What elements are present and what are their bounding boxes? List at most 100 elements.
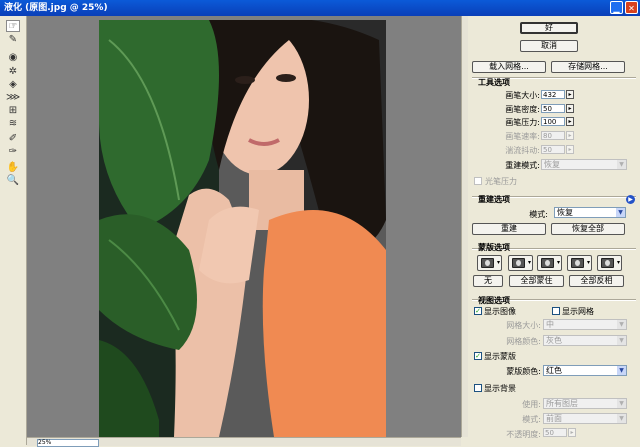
mask-invert-icon [601,258,614,268]
reconstruct-options-title: 重建选项 [478,195,510,204]
chevron-down-icon: ▾ [586,259,590,266]
hand-icon[interactable]: ✋ [6,162,20,174]
tool-options-title: 工具选项 [478,78,510,87]
preview-image [99,20,386,437]
invert-all-button[interactable]: 全部反相 [569,275,624,287]
mask-add-icon [512,258,525,268]
save-mesh-button[interactable]: 存储网格... [551,61,625,73]
mask-subtract-button[interactable]: ▾ [537,255,562,271]
chevron-down-icon: ▼ [617,366,626,375]
mesh-color-label: 网格颜色: [506,337,541,346]
brush-size-label: 画笔大小: [505,91,540,100]
reconstruct-mode-value: 恢复 [544,160,560,169]
close-button[interactable]: ✕ [625,1,638,14]
reconstruct-icon[interactable]: ✎ [6,34,20,46]
mask-add-button[interactable]: ▾ [508,255,533,271]
backdrop-mode-select[interactable]: 前面 ▼ [543,413,627,424]
minimize-button[interactable]: ▁ [610,1,623,14]
turbulent-jitter-label: 湍流抖动: [505,146,540,155]
opacity-input[interactable]: 50 [543,428,567,437]
ok-button[interactable]: 好 [520,22,578,34]
brush-pressure-input[interactable]: 100 [541,117,565,126]
show-mask-checkbox[interactable]: ✓ [474,352,482,360]
chevron-down-icon: ▼ [616,208,625,217]
turbulent-jitter-spinner[interactable]: ▸ [566,145,574,154]
mode-label: 模式: [529,210,548,219]
cancel-button[interactable]: 取消 [520,40,578,52]
info-icon[interactable]: ▶ [626,195,635,204]
show-mesh-label: 显示网格 [562,307,594,316]
show-image-label: 显示图像 [484,307,516,316]
show-backdrop-checkbox[interactable] [474,384,482,392]
mesh-size-value: 中 [546,320,554,329]
chevron-down-icon: ▼ [617,160,626,169]
mask-intersect-button[interactable]: ▾ [567,255,592,271]
mask-color-value: 红色 [546,366,562,375]
chevron-down-icon: ▾ [616,259,620,266]
turbulence-icon[interactable]: ≋ [6,118,20,130]
zoom-field[interactable]: 25% [37,439,99,447]
bloat-icon[interactable]: ◈ [6,79,20,91]
brush-size-spinner[interactable]: ▸ [566,90,574,99]
brush-rate-input[interactable]: 80 [541,131,565,140]
mesh-size-select[interactable]: 中 ▼ [543,319,627,330]
push-left-icon[interactable]: ⋙ [6,92,20,104]
turbulent-jitter-input[interactable]: 50 [541,145,565,154]
warp-icon[interactable]: ☞ [6,20,20,32]
zoom-icon[interactable]: 🔍 [6,175,20,187]
mask-all-button[interactable]: 全部蒙住 [509,275,564,287]
chevron-down-icon: ▼ [617,399,626,408]
reconstruct-mode-label: 重建模式: [505,161,540,170]
brush-pressure-spinner[interactable]: ▸ [566,117,574,126]
mask-replace-button[interactable]: ▾ [477,255,502,271]
mask-invert-button[interactable]: ▾ [597,255,622,271]
chevron-down-icon: ▼ [617,320,626,329]
view-options-title: 视图选项 [478,296,510,305]
window-title: 液化 (原图.jpg @ 25%) [4,3,108,13]
tool-palette: ☞ ✎ ◉ ✲ ◈ ⋙ ⊞ ≋ ✐ ✑ ✋ 🔍 [0,16,27,445]
chevron-down-icon: ▾ [527,259,531,266]
vertical-scrollbar[interactable] [461,16,468,437]
mode-select[interactable]: 恢复 ▼ [554,207,626,218]
mask-options-title: 蒙版选项 [478,243,510,252]
pucker-icon[interactable]: ✲ [6,66,20,78]
brush-size-input[interactable]: 432 [541,90,565,99]
thaw-mask-icon[interactable]: ✑ [6,146,20,158]
show-mask-label: 显示蒙版 [484,352,516,361]
reconstruct-mode-select[interactable]: 恢复 ▼ [541,159,627,170]
restore-all-button[interactable]: 恢复全部 [551,223,625,235]
chevron-down-icon: ▼ [617,336,626,345]
backdrop-mode-label: 模式: [522,415,541,424]
chevron-down-icon: ▾ [556,259,560,266]
load-mesh-button[interactable]: 载入网格... [472,61,546,73]
mask-color-select[interactable]: 红色 ▼ [543,365,627,376]
brush-density-spinner[interactable]: ▸ [566,104,574,113]
options-panel: 好 取消 载入网格... 存储网格... 工具选项 画笔大小: 432 ▸ 画笔… [468,16,640,445]
show-backdrop-label: 显示背景 [484,384,516,393]
twirl-cw-icon[interactable]: ◉ [6,52,20,64]
brush-density-label: 画笔密度: [505,105,540,114]
stylus-pressure-checkbox[interactable] [474,177,482,185]
brush-rate-spinner[interactable]: ▸ [566,131,574,140]
stylus-pressure-label: 光笔压力 [485,177,517,186]
mask-color-label: 蒙版颜色: [506,367,541,376]
show-image-checkbox[interactable]: ✓ [474,307,482,315]
mode-value: 恢复 [557,208,573,217]
show-mesh-checkbox[interactable] [552,307,560,315]
brush-density-input[interactable]: 50 [541,104,565,113]
chevron-down-icon: ▾ [496,259,500,266]
preview-canvas[interactable] [27,16,461,437]
mesh-color-select[interactable]: 灰色 ▼ [543,335,627,346]
reconstruct-button[interactable]: 重建 [472,223,546,235]
mirror-icon[interactable]: ⊞ [6,105,20,117]
freeze-mask-icon[interactable]: ✐ [6,133,20,145]
mask-subtract-icon [541,258,554,268]
use-select[interactable]: 所有图层 ▼ [543,398,627,409]
mask-none-button[interactable]: 无 [473,275,503,287]
use-label: 使用: [522,400,541,409]
chevron-down-icon: ▼ [617,414,626,423]
opacity-label: 不透明度: [506,430,541,439]
mask-replace-icon [481,258,494,268]
brush-rate-label: 画笔速率: [505,132,540,141]
opacity-spinner[interactable]: ▸ [568,428,576,437]
